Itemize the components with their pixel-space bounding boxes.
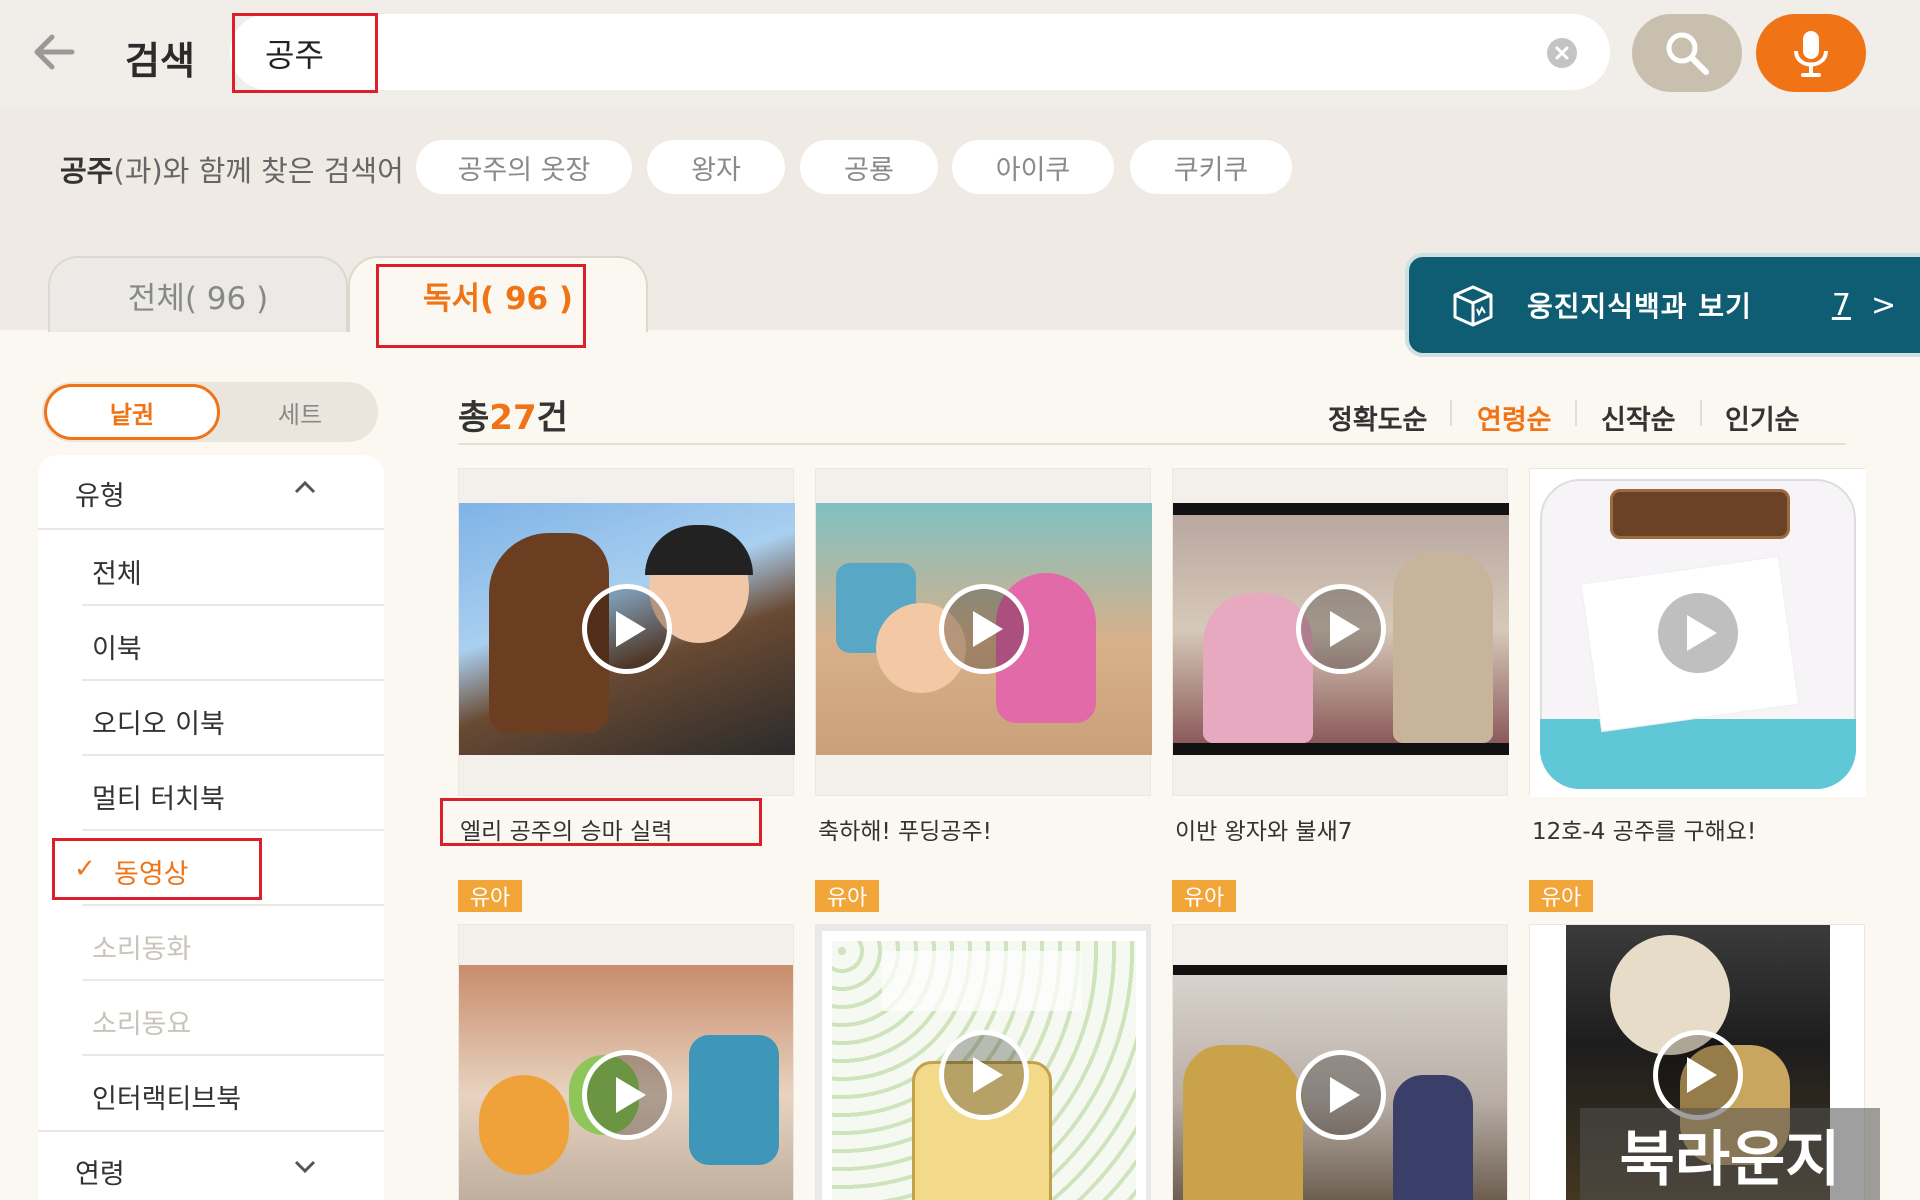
divider [458, 443, 1846, 445]
divider [82, 979, 384, 981]
search-button[interactable] [1632, 14, 1742, 92]
age-badge: 유아 [815, 880, 879, 912]
play-icon [582, 584, 672, 674]
query-highlight-box [232, 13, 378, 93]
related-chip[interactable]: 쿠키쿠 [1130, 140, 1292, 194]
related-keyword: 공주 [60, 154, 114, 188]
search-icon [1666, 32, 1709, 75]
result-title[interactable]: 이반 왕자와 불새7 [1175, 812, 1352, 846]
search-field[interactable] [230, 14, 1610, 90]
result-card[interactable] [815, 468, 1152, 796]
play-icon [939, 584, 1029, 674]
filter-item-multitouch[interactable]: 멀티 터치북 [92, 777, 225, 816]
divider [1575, 400, 1577, 426]
filter-age-header[interactable]: 연령 [75, 1152, 125, 1191]
filter-item-sound-story[interactable]: 소리동화 [92, 927, 191, 966]
segment-single[interactable]: 낱권 [44, 384, 220, 440]
close-icon [1555, 46, 1569, 60]
related-suffix: (과)와 함께 찾은 검색어 [113, 154, 404, 188]
encyclopedia-count: 7 [1831, 287, 1851, 323]
result-card[interactable] [1529, 468, 1866, 797]
encyclopedia-label: 웅진지식백과 보기 [1527, 290, 1752, 323]
sort-age[interactable]: 연령순 [1477, 398, 1552, 437]
divider [82, 604, 384, 606]
related-chip[interactable]: 공주의 옷장 [416, 140, 632, 194]
divider [38, 528, 384, 530]
age-badge: 유아 [458, 880, 522, 912]
divider [1700, 400, 1702, 426]
segment-set[interactable]: 세트 [225, 384, 375, 440]
arrow-left-icon [34, 34, 75, 70]
divider [82, 1054, 384, 1056]
play-icon [582, 1050, 672, 1140]
divider [82, 829, 384, 831]
encyclopedia-button[interactable]: 웅진지식백과 보기 7 > [1405, 253, 1920, 357]
filter-item-sound-song[interactable]: 소리동요 [92, 1002, 191, 1041]
result-title[interactable]: 12호-4 공주를 구해요! [1532, 812, 1756, 846]
book-box-icon [1453, 285, 1493, 327]
related-chip[interactable]: 아이쿠 [952, 140, 1114, 194]
result-title[interactable]: 축하해! 푸딩공주! [818, 812, 992, 846]
title-highlight-box [440, 798, 762, 846]
result-card[interactable] [815, 924, 1151, 1200]
play-icon [1653, 588, 1743, 678]
video-thumbnail [459, 965, 793, 1200]
voice-search-button[interactable] [1756, 14, 1866, 92]
sort-popular[interactable]: 인기순 [1725, 398, 1800, 437]
chevron-right-icon: > [1870, 287, 1897, 323]
result-count-prefix: 총 [458, 398, 490, 438]
divider [38, 1130, 384, 1132]
divider [1450, 400, 1452, 426]
related-chip[interactable]: 공룡 [800, 140, 938, 194]
result-count: 총27건 [458, 390, 568, 439]
video-thumbnail [816, 503, 1152, 755]
microphone-icon [1794, 31, 1828, 77]
clear-search-button[interactable] [1547, 38, 1577, 68]
tab-all[interactable]: 전체( 96 ) [48, 256, 348, 332]
result-card[interactable] [1172, 924, 1508, 1200]
related-chip[interactable]: 왕자 [647, 140, 785, 194]
result-card[interactable] [458, 924, 794, 1200]
chevron-up-icon[interactable] [294, 472, 316, 500]
video-thumbnail [1173, 503, 1509, 755]
result-card[interactable] [1172, 468, 1509, 796]
result-count-number: 27 [489, 398, 537, 438]
filter-item-audio-ebook[interactable]: 오디오 이북 [92, 702, 225, 741]
filter-type-header[interactable]: 유형 [75, 474, 125, 513]
page-title: 검색 [125, 39, 195, 83]
divider [82, 679, 384, 681]
video-highlight-box [52, 838, 262, 900]
filter-item-all[interactable]: 전체 [92, 552, 142, 591]
filter-item-ebook[interactable]: 이북 [92, 627, 142, 666]
result-card[interactable] [458, 468, 795, 796]
play-icon [939, 1030, 1029, 1120]
book-cover [816, 925, 1150, 1200]
sort-newest[interactable]: 신작순 [1601, 398, 1676, 437]
divider [82, 754, 384, 756]
watermark: 북라운지 [1580, 1108, 1880, 1200]
video-thumbnail [1530, 469, 1866, 797]
play-icon [1296, 1050, 1386, 1140]
age-badge: 유아 [1529, 880, 1593, 912]
sort-accuracy[interactable]: 정확도순 [1328, 398, 1427, 437]
play-icon [1296, 584, 1386, 674]
filter-item-interactive[interactable]: 인터랙티브북 [92, 1077, 241, 1116]
play-icon [1653, 1030, 1743, 1120]
video-thumbnail [459, 503, 795, 755]
video-thumbnail [1173, 965, 1507, 1200]
result-count-suffix: 건 [536, 398, 568, 438]
tab-highlight-box [376, 264, 586, 348]
age-badge: 유아 [1172, 880, 1236, 912]
chevron-down-icon[interactable] [294, 1152, 316, 1180]
divider [82, 904, 384, 906]
back-button[interactable] [28, 26, 80, 78]
related-keywords-label: 공주(과)와 함께 찾은 검색어 [60, 148, 404, 190]
